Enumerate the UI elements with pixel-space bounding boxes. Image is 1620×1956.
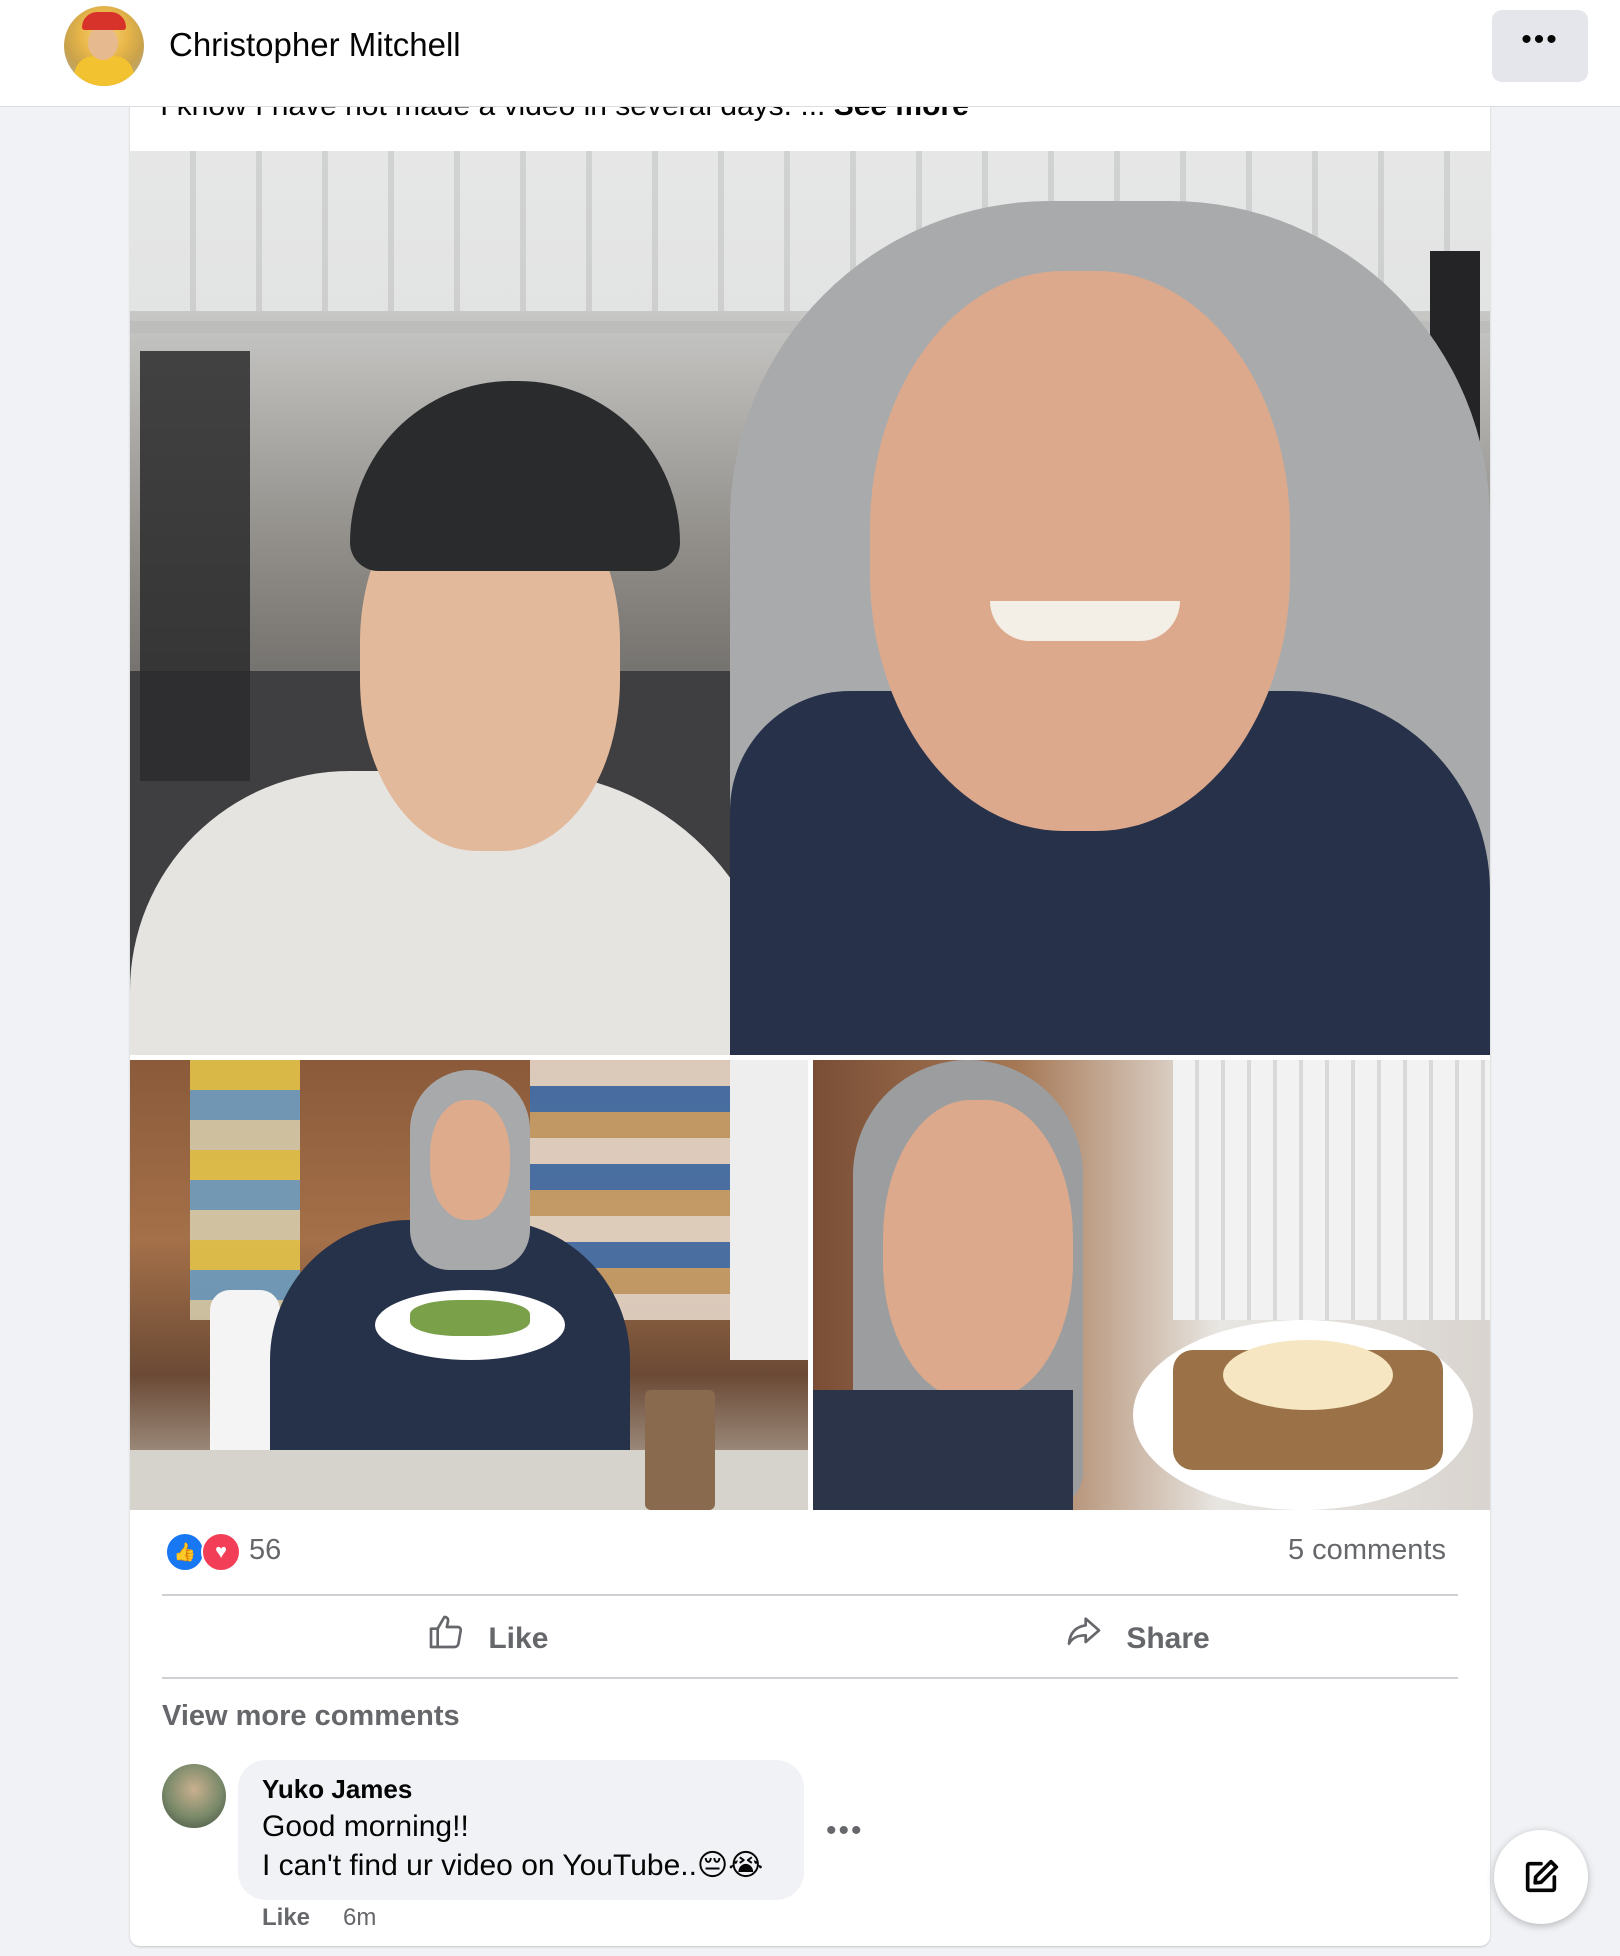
author-avatar[interactable] (64, 6, 144, 86)
comments-count-link[interactable]: 5 comments (1288, 1534, 1446, 1567)
avocado-toast-selfie-photo[interactable] (813, 1060, 1490, 1510)
divider (162, 1677, 1458, 1679)
commenter-avatar[interactable] (162, 1764, 226, 1828)
like-reaction-icon: 👍 (165, 1532, 205, 1572)
comment-text-line: I can't find ur video on YouTube..😔😭 (262, 1849, 764, 1882)
post-header: Christopher Mitchell ••• (0, 0, 1620, 107)
share-arrow-icon (1064, 1612, 1104, 1668)
cafe-plate-photo[interactable] (130, 1060, 808, 1510)
comment-author[interactable]: Yuko James (262, 1774, 412, 1805)
comment-options-button[interactable]: ••• (826, 1814, 864, 1848)
share-button-label: Share (1126, 1621, 1210, 1655)
gym-selfie-photo[interactable] (130, 151, 1490, 1055)
like-button[interactable]: Like (426, 1612, 548, 1662)
view-more-comments-link[interactable]: View more comments (162, 1700, 460, 1733)
author-name[interactable]: Christopher Mitchell (169, 26, 461, 64)
post-options-button[interactable]: ••• (1492, 10, 1588, 82)
compose-edit-icon (1521, 1857, 1561, 1902)
comment-like-button[interactable]: Like (262, 1904, 310, 1932)
comment-timestamp: 6m (343, 1904, 377, 1931)
reaction-count: 56 (249, 1534, 282, 1566)
thumbs-up-icon (426, 1612, 466, 1668)
share-button[interactable]: Share (1064, 1612, 1210, 1662)
divider (162, 1594, 1458, 1596)
comment-text-line: Good morning!! (262, 1810, 469, 1843)
like-button-label: Like (488, 1621, 549, 1655)
love-reaction-icon: ♥ (201, 1532, 241, 1572)
compose-button[interactable] (1494, 1830, 1588, 1924)
